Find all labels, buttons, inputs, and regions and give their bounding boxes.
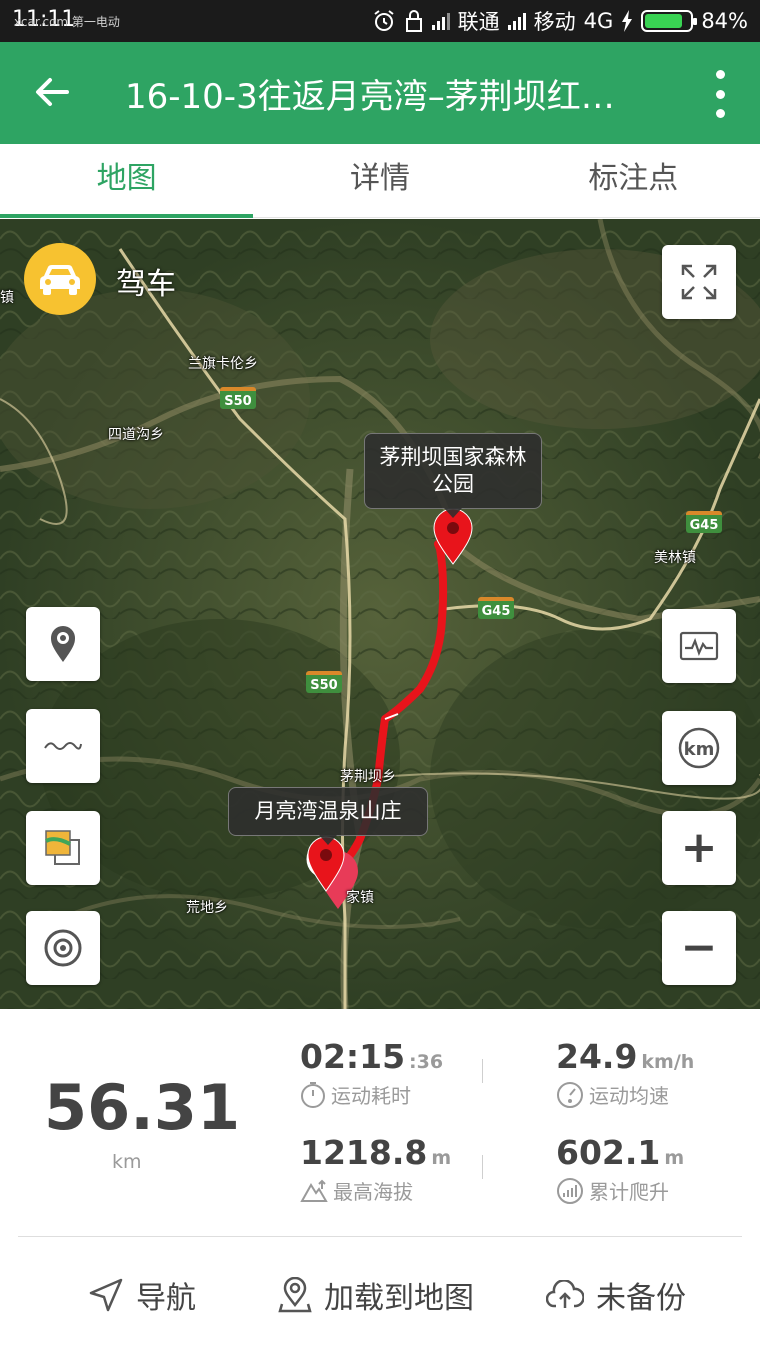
max-altitude-value: 1218.8 <box>300 1133 428 1172</box>
duration-seconds: :36 <box>409 1051 444 1073</box>
location-pin-icon <box>51 626 75 662</box>
road-badge: S50 <box>306 671 342 693</box>
sim-lock-icon <box>405 10 422 32</box>
target-locate-icon <box>44 929 82 967</box>
climb-icon <box>557 1177 583 1204</box>
road-badge: G45 <box>686 511 722 533</box>
road-badge: G45 <box>478 597 514 619</box>
max-altitude-stat: 1218.8 m 最高海拔 <box>300 1133 451 1205</box>
carrier-2: 移动 <box>533 10 576 34</box>
end-point-callout[interactable]: 茅荆坝国家森林 公园 <box>364 433 542 518</box>
backup-button[interactable]: 未备份 <box>546 1273 686 1317</box>
total-climb-value: 602.1 <box>556 1133 661 1172</box>
max-altitude-label: 最高海拔 <box>333 1180 413 1204</box>
locate-button[interactable] <box>26 911 100 985</box>
duration-stat: 02:15:36 运动耗时 <box>300 1037 443 1109</box>
cloud-upload-icon <box>546 1280 584 1308</box>
signal-icon <box>431 12 450 30</box>
route-wave-icon <box>44 742 82 750</box>
max-altitude-unit: m <box>431 1147 452 1169</box>
satellite-terrain <box>0 219 760 1009</box>
tab-waypoints[interactable]: 标注点 <box>507 144 760 217</box>
place-label: 茅荆坝乡 <box>340 769 396 785</box>
battery-percent: 84% <box>701 9 748 33</box>
divider <box>482 1059 483 1083</box>
battery-icon <box>641 10 698 32</box>
charging-icon <box>622 10 633 32</box>
place-label: 兰旗卡伦乡 <box>188 356 258 372</box>
minus-icon: − <box>680 922 718 973</box>
total-climb-label: 累计爬升 <box>589 1180 669 1204</box>
road-badge: S50 <box>220 387 256 409</box>
distance-unit: km <box>112 1151 142 1173</box>
watermark-text: xcar.com 第一电动 <box>14 15 120 29</box>
tab-map[interactable]: 地图 <box>0 144 254 218</box>
load-to-map-label: 加载到地图 <box>324 1281 474 1316</box>
stopwatch-icon <box>301 1081 325 1108</box>
place-label: 美林镇 <box>654 550 696 566</box>
fullscreen-button[interactable] <box>662 245 736 319</box>
mountain-icon <box>300 1179 328 1202</box>
tab-bar: 地图 详情 标注点 <box>0 144 760 218</box>
divider <box>482 1155 483 1179</box>
car-icon <box>40 265 80 295</box>
map-layers-icon <box>45 830 80 865</box>
page-title: 16-10-3往返月亮湾–茅荆坝红… <box>125 77 615 117</box>
avg-speed-label: 运动均速 <box>589 1084 669 1108</box>
place-label: 荒地乡 <box>186 900 228 916</box>
more-vert-icon[interactable] <box>708 66 732 122</box>
elevation-chart-icon <box>679 631 719 661</box>
map-view[interactable]: 兰旗卡伦乡 四道沟乡 美林镇 茅荆坝乡 荒地乡 家镇 家镇 S50 S50 G4… <box>0 219 760 1009</box>
load-to-map-button[interactable]: 加载到地图 <box>278 1273 474 1317</box>
network-type: 4G <box>583 9 614 33</box>
total-climb-stat: 602.1 m 累计爬升 <box>556 1133 684 1205</box>
place-label: 四道沟乡 <box>108 427 164 443</box>
km-marker-button[interactable]: km <box>662 711 736 785</box>
back-button[interactable] <box>26 66 78 118</box>
avg-speed-unit: km/h <box>641 1051 695 1073</box>
place-label: 家镇 <box>0 290 14 306</box>
status-icons: 联通 移动 4G 84% <box>372 6 748 36</box>
navigate-button[interactable]: 导航 <box>88 1273 196 1317</box>
fullscreen-icon <box>681 264 717 300</box>
arrow-left-icon <box>36 78 69 106</box>
waypoint-button[interactable] <box>26 607 100 681</box>
duration-value: 02:15 <box>300 1037 406 1076</box>
bottom-actions: 导航 加载到地图 未备份 <box>0 1237 760 1352</box>
avg-speed-value: 24.9 <box>556 1037 638 1076</box>
signal-icon <box>507 12 526 30</box>
svg-text:km: km <box>684 739 715 760</box>
navigate-label: 导航 <box>136 1281 196 1316</box>
speedometer-icon <box>557 1081 583 1108</box>
alarm-icon <box>374 10 394 31</box>
carrier-1: 联通 <box>457 10 500 34</box>
avg-speed-stat: 24.9 km/h 运动均速 <box>556 1037 694 1109</box>
duration-label: 运动耗时 <box>331 1084 411 1108</box>
km-marker-icon: km <box>678 727 720 769</box>
app-bar: 16-10-3往返月亮湾–茅荆坝红… <box>0 42 760 144</box>
place-label: 家镇 <box>346 890 374 906</box>
start-point-callout[interactable]: 月亮湾温泉山庄 <box>228 787 428 845</box>
backup-label: 未备份 <box>596 1281 686 1316</box>
status-bar: 11:11 xcar.com 第一电动 联通 移动 4G 84% <box>0 0 760 42</box>
navigation-arrow-icon <box>89 1278 123 1312</box>
tab-details[interactable]: 详情 <box>253 144 506 217</box>
map-pin-icon <box>278 1277 312 1313</box>
plus-icon: + <box>680 822 718 873</box>
elevation-chart-button[interactable] <box>662 609 736 683</box>
travel-mode-label: 驾车 <box>116 267 176 302</box>
zoom-in-button[interactable]: + <box>662 811 736 885</box>
stats-panel: 56.31 km 02:15:36 运动耗时 24.9 km/h 运动均速 121… <box>0 1009 760 1237</box>
total-distance: 56.31 <box>44 1071 241 1144</box>
zoom-out-button[interactable]: − <box>662 911 736 985</box>
travel-mode-button[interactable] <box>24 243 96 315</box>
total-climb-unit: m <box>664 1147 685 1169</box>
map-layers-button[interactable] <box>26 811 100 885</box>
route-style-button[interactable] <box>26 709 100 783</box>
